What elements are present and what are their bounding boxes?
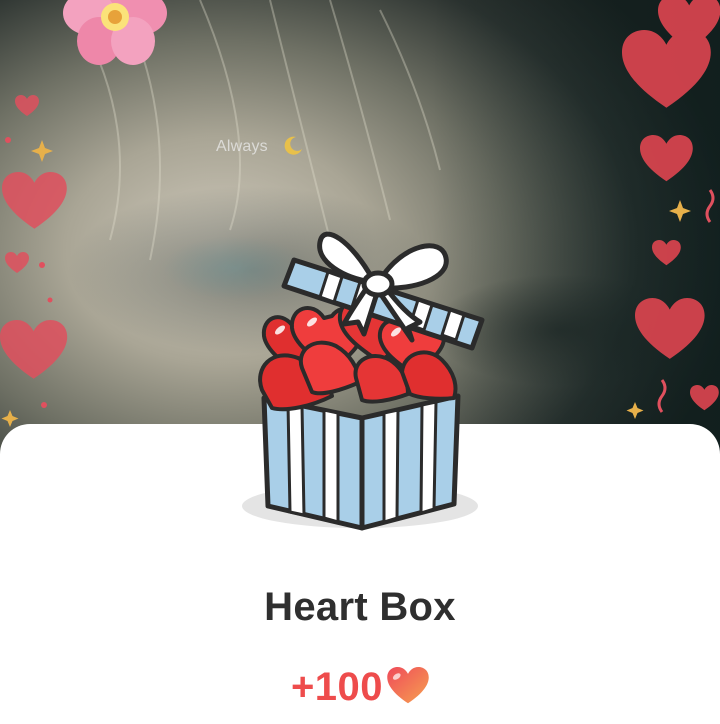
crescent-moon-icon <box>284 136 302 155</box>
reward-title: Heart Box <box>264 585 456 629</box>
heart-icon <box>387 667 429 704</box>
right-hearts-sticker <box>622 0 720 419</box>
story-caption: Always <box>216 138 268 155</box>
reward-amount-row: +100 <box>0 662 720 712</box>
flower-sticker-icon <box>63 0 167 65</box>
heart-box-gift-icon <box>242 231 485 531</box>
reward-amount: +100 <box>290 664 384 709</box>
